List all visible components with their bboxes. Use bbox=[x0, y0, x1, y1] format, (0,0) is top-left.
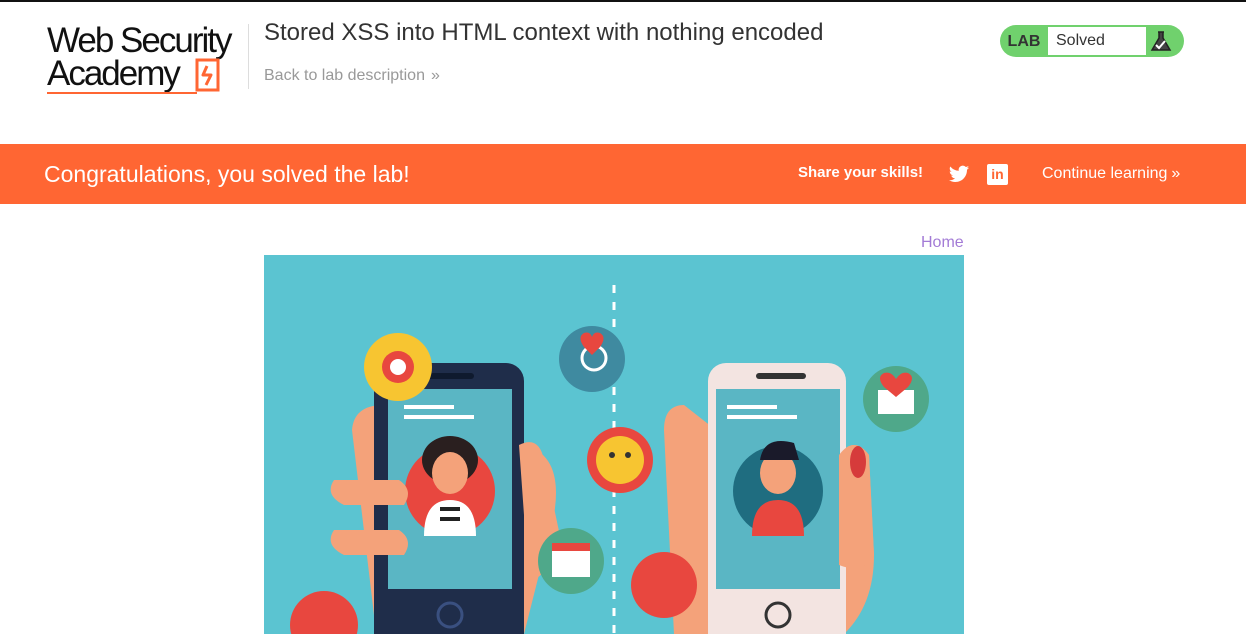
blog-hero-image bbox=[264, 255, 964, 634]
logo-text-line2: Academy bbox=[47, 54, 181, 93]
academy-bolt-icon bbox=[195, 58, 220, 92]
congratulations-message: Congratulations, you solved the lab! bbox=[44, 161, 410, 187]
continue-learning-label: Continue learning bbox=[1042, 165, 1168, 182]
continue-learning-link[interactable]: Continue learning» bbox=[1042, 165, 1180, 183]
lab-title: Stored XSS into HTML context with nothin… bbox=[264, 19, 824, 46]
back-to-lab-description-link[interactable]: Back to lab description » bbox=[264, 67, 440, 85]
flask-icon bbox=[1150, 31, 1172, 51]
back-link-label: Back to lab description bbox=[264, 67, 425, 84]
academy-logo[interactable]: Web Security Academy bbox=[47, 23, 252, 98]
logo-underline bbox=[47, 92, 197, 94]
solved-banner: Congratulations, you solved the lab! Sha… bbox=[0, 144, 1246, 204]
lab-tag: LAB bbox=[1007, 33, 1041, 50]
double-chevron-right-icon: » bbox=[1171, 165, 1180, 182]
home-link[interactable]: Home bbox=[921, 234, 964, 252]
lab-status-widget: LAB Solved bbox=[1000, 25, 1184, 57]
lab-status-value: Solved bbox=[1048, 27, 1146, 55]
share-skills-label: Share your skills! bbox=[798, 164, 924, 181]
lab-header: Web Security Academy Stored XSS into HTM… bbox=[0, 2, 1246, 144]
double-chevron-right-icon: » bbox=[430, 67, 440, 84]
logo-text-line1: Web Security bbox=[47, 21, 232, 60]
header-divider bbox=[248, 24, 249, 89]
linkedin-icon[interactable]: in bbox=[987, 164, 1008, 185]
twitter-icon[interactable] bbox=[948, 163, 970, 185]
